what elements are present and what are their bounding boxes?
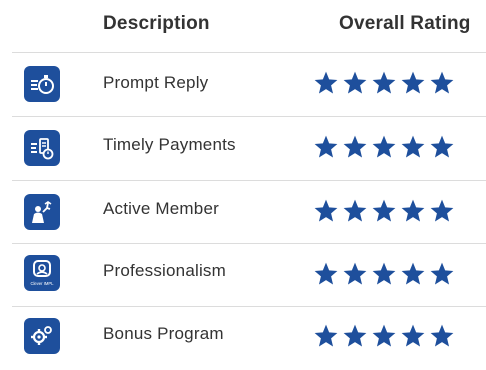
list-item: Active Member [0, 181, 486, 244]
star-icon [401, 71, 425, 94]
professional-badge-icon: Clever IMPL [24, 255, 60, 291]
star-icon [401, 199, 425, 222]
row-label: Bonus Program [103, 324, 224, 343]
star-icon [430, 71, 454, 94]
row-label: Professionalism [103, 261, 226, 280]
star-icon [372, 262, 396, 285]
gears-icon [24, 318, 60, 354]
rating-stars [313, 261, 455, 287]
star-icon [401, 324, 425, 347]
star-icon [401, 135, 425, 158]
row-label: Active Member [103, 199, 219, 218]
star-icon [314, 199, 338, 222]
stopwatch-icon [24, 66, 60, 102]
payment-clock-icon [24, 130, 60, 166]
star-icon [343, 199, 367, 222]
star-icon [314, 71, 338, 94]
star-icon [401, 262, 425, 285]
list-item: Timely Payments [0, 117, 486, 180]
star-icon [343, 262, 367, 285]
list-item: Prompt Reply [0, 53, 486, 116]
row-label: Timely Payments [103, 135, 236, 154]
star-icon [343, 135, 367, 158]
star-icon [430, 262, 454, 285]
star-icon [430, 324, 454, 347]
star-icon [430, 135, 454, 158]
active-person-icon [24, 194, 60, 230]
rating-stars [313, 134, 455, 160]
star-icon [372, 135, 396, 158]
rating-stars [313, 198, 455, 224]
star-icon [314, 135, 338, 158]
star-icon [372, 71, 396, 94]
star-icon [430, 199, 454, 222]
star-icon [314, 324, 338, 347]
table-header: Description Overall Rating [0, 0, 486, 52]
rating-stars [313, 323, 455, 349]
overall-rating-column-header: Overall Rating [339, 13, 471, 34]
rating-stars [313, 70, 455, 96]
list-item: Bonus Program [0, 307, 486, 370]
list-item: Clever IMPL Professionalism [0, 244, 486, 307]
star-icon [372, 199, 396, 222]
description-column-header: Description [103, 13, 210, 34]
star-icon [314, 262, 338, 285]
star-icon [372, 324, 396, 347]
star-icon [343, 71, 367, 94]
star-icon [343, 324, 367, 347]
row-label: Prompt Reply [103, 73, 209, 92]
icon-caption: Clever IMPL [30, 281, 54, 286]
